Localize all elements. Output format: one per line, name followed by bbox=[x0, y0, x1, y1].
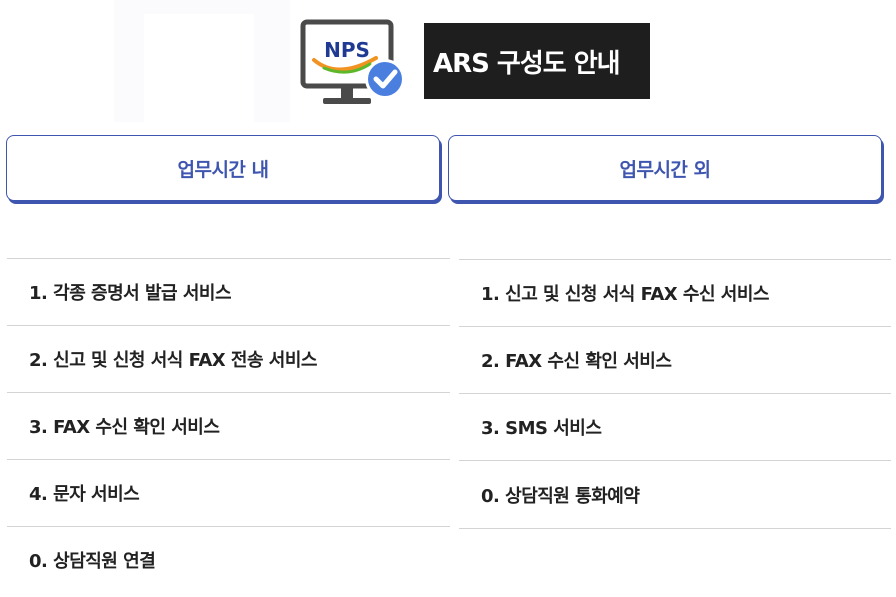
list-item-label: 2. FAX 수신 확인 서비스 bbox=[481, 351, 672, 372]
list-item-label: 1. 각종 증명서 발급 서비스 bbox=[29, 283, 232, 304]
list-item[interactable]: 0. 상담직원 통화예약 bbox=[459, 460, 891, 529]
list-item-label: 3. SMS 서비스 bbox=[481, 418, 602, 439]
list-item-label: 0. 상담직원 통화예약 bbox=[481, 485, 640, 507]
list-item-label: 1. 신고 및 신청 서식 FAX 수신 서비스 bbox=[481, 284, 770, 305]
tab-after-hours-label: 업무시간 외 bbox=[619, 158, 711, 181]
list-item-label: 3. FAX 수신 확인 서비스 bbox=[29, 417, 220, 438]
list-item[interactable]: 4. 문자 서비스 bbox=[7, 459, 450, 526]
list-item[interactable]: 1. 각종 증명서 발급 서비스 bbox=[7, 258, 450, 325]
tab-business-hours[interactable]: 업무시간 내 bbox=[6, 135, 440, 201]
header-blank-area bbox=[144, 14, 254, 122]
list-item-label: 0. 상담직원 연결 bbox=[29, 551, 156, 572]
after-hours-menu: 1. 신고 및 신청 서식 FAX 수신 서비스 2. FAX 수신 확인 서비… bbox=[459, 259, 891, 529]
monitor-check-icon: NPS bbox=[300, 19, 405, 104]
list-item[interactable]: 2. FAX 수신 확인 서비스 bbox=[459, 326, 891, 393]
tab-business-hours-label: 업무시간 내 bbox=[177, 158, 269, 181]
list-item[interactable]: 3. FAX 수신 확인 서비스 bbox=[7, 392, 450, 459]
list-item[interactable]: 1. 신고 및 신청 서식 FAX 수신 서비스 bbox=[459, 259, 891, 326]
list-item-label: 2. 신고 및 신청 서식 FAX 전송 서비스 bbox=[29, 350, 318, 371]
list-item[interactable]: 2. 신고 및 신청 서식 FAX 전송 서비스 bbox=[7, 325, 450, 392]
page-title-box: ARS 구성도 안내 bbox=[424, 23, 650, 99]
logo-text: NPS bbox=[324, 38, 370, 62]
page-title: ARS 구성도 안내 bbox=[433, 48, 621, 79]
list-item[interactable]: 0. 상담직원 연결 bbox=[7, 526, 450, 593]
list-item[interactable]: 3. SMS 서비스 bbox=[459, 393, 891, 460]
tab-after-hours[interactable]: 업무시간 외 bbox=[448, 135, 882, 201]
list-item-label: 4. 문자 서비스 bbox=[29, 484, 140, 505]
business-hours-menu: 1. 각종 증명서 발급 서비스 2. 신고 및 신청 서식 FAX 전송 서비… bbox=[7, 258, 450, 593]
